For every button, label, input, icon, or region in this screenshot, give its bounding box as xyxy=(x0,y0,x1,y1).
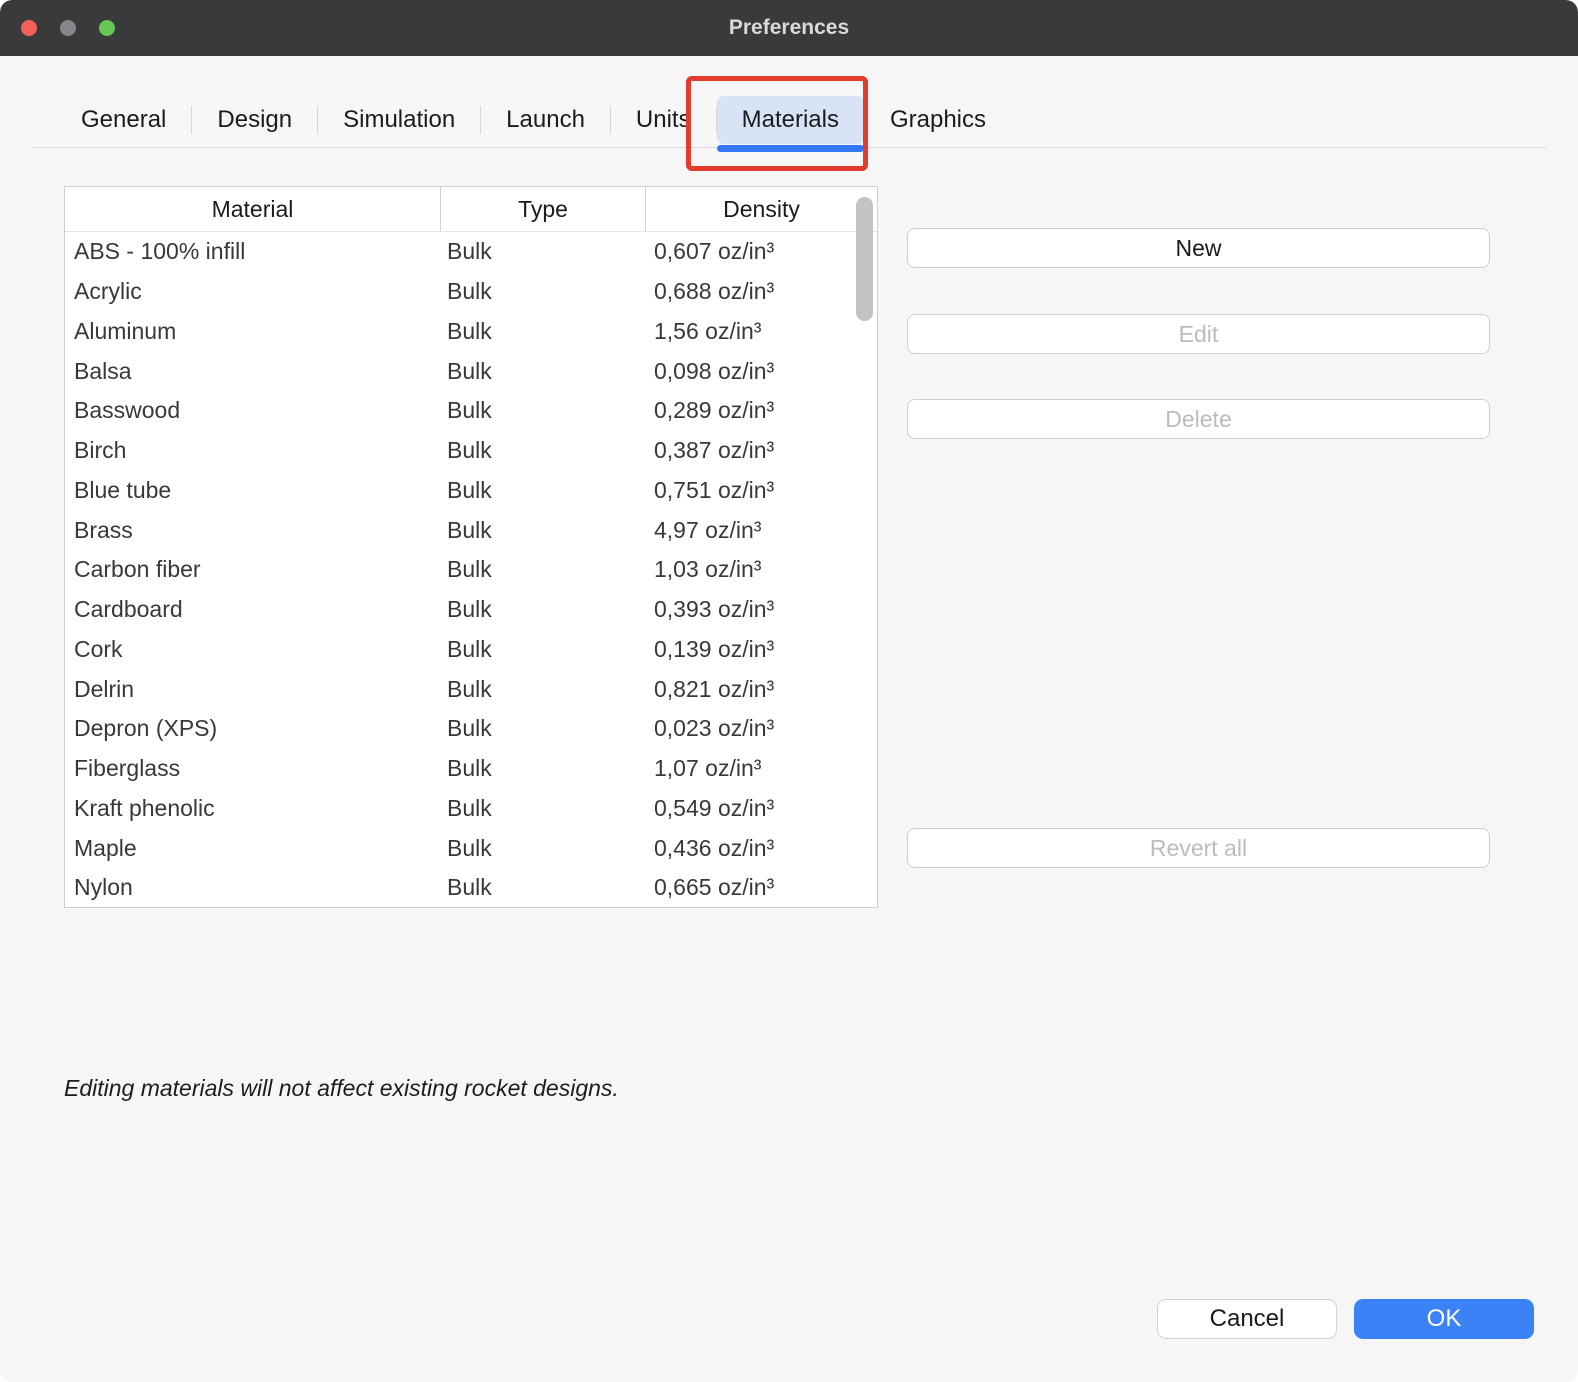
cell-material: Nylon xyxy=(65,874,440,901)
tab-graphics[interactable]: Graphics xyxy=(865,96,1011,144)
cell-type: Bulk xyxy=(440,318,645,345)
cell-material: Delrin xyxy=(65,676,440,703)
table-row[interactable]: Blue tubeBulk0,751 oz/in³ xyxy=(65,471,877,511)
cell-type: Bulk xyxy=(440,556,645,583)
cell-density: 0,549 oz/in³ xyxy=(645,795,877,822)
cell-type: Bulk xyxy=(440,437,645,464)
traffic-lights xyxy=(21,20,115,36)
cell-material: Basswood xyxy=(65,397,440,424)
materials-table: Material Type Density ABS - 100% infillB… xyxy=(64,186,878,908)
tab-general[interactable]: General xyxy=(56,96,191,144)
titlebar[interactable]: Preferences xyxy=(0,0,1578,56)
cell-density: 0,688 oz/in³ xyxy=(645,278,877,305)
table-row[interactable]: BalsaBulk0,098 oz/in³ xyxy=(65,351,877,391)
column-header-density[interactable]: Density xyxy=(645,187,877,231)
cell-density: 1,07 oz/in³ xyxy=(645,755,877,782)
tab-units[interactable]: Units xyxy=(611,96,716,144)
table-row[interactable]: Carbon fiberBulk1,03 oz/in³ xyxy=(65,550,877,590)
table-row[interactable]: BasswoodBulk0,289 oz/in³ xyxy=(65,391,877,431)
cell-type: Bulk xyxy=(440,835,645,862)
cell-material: Carbon fiber xyxy=(65,556,440,583)
table-row[interactable]: CorkBulk0,139 oz/in³ xyxy=(65,630,877,670)
cell-density: 0,098 oz/in³ xyxy=(645,358,877,385)
cell-material: Aluminum xyxy=(65,318,440,345)
table-row[interactable]: AluminumBulk1,56 oz/in³ xyxy=(65,312,877,352)
cell-density: 0,393 oz/in³ xyxy=(645,596,877,623)
tab-design[interactable]: Design xyxy=(192,96,317,144)
table-row[interactable]: CardboardBulk0,393 oz/in³ xyxy=(65,590,877,630)
cell-type: Bulk xyxy=(440,278,645,305)
cell-type: Bulk xyxy=(440,358,645,385)
cell-type: Bulk xyxy=(440,874,645,901)
cell-type: Bulk xyxy=(440,795,645,822)
table-row[interactable]: BrassBulk4,97 oz/in³ xyxy=(65,510,877,550)
tab-bar: GeneralDesignSimulationLaunchUnitsMateri… xyxy=(56,96,1011,144)
cell-density: 0,607 oz/in³ xyxy=(645,238,877,265)
cell-material: Brass xyxy=(65,517,440,544)
cell-density: 0,289 oz/in³ xyxy=(645,397,877,424)
zoom-window-button[interactable] xyxy=(99,20,115,36)
table-row[interactable]: NylonBulk0,665 oz/in³ xyxy=(65,868,877,908)
cell-density: 0,023 oz/in³ xyxy=(645,715,877,742)
cell-material: Birch xyxy=(65,437,440,464)
ok-button[interactable]: OK xyxy=(1354,1299,1534,1339)
cell-type: Bulk xyxy=(440,676,645,703)
tab-simulation[interactable]: Simulation xyxy=(318,96,480,144)
cell-material: Blue tube xyxy=(65,477,440,504)
cell-density: 1,03 oz/in³ xyxy=(645,556,877,583)
tab-materials[interactable]: Materials xyxy=(717,96,864,144)
tab-launch[interactable]: Launch xyxy=(481,96,610,144)
cell-type: Bulk xyxy=(440,477,645,504)
cell-material: Maple xyxy=(65,835,440,862)
edit-button[interactable]: Edit xyxy=(907,314,1490,354)
scrollbar-thumb[interactable] xyxy=(856,197,873,321)
cell-density: 0,139 oz/in³ xyxy=(645,636,877,663)
cell-type: Bulk xyxy=(440,715,645,742)
table-row[interactable]: Kraft phenolicBulk0,549 oz/in³ xyxy=(65,789,877,829)
cell-material: Kraft phenolic xyxy=(65,795,440,822)
table-row[interactable]: ABS - 100% infillBulk0,607 oz/in³ xyxy=(65,232,877,272)
cell-material: Depron (XPS) xyxy=(65,715,440,742)
revert-all-button[interactable]: Revert all xyxy=(907,828,1490,868)
cell-material: Acrylic xyxy=(65,278,440,305)
materials-note: Editing materials will not affect existi… xyxy=(64,1075,619,1102)
window-title: Preferences xyxy=(729,16,849,40)
table-row[interactable]: DelrinBulk0,821 oz/in³ xyxy=(65,669,877,709)
cell-density: 1,56 oz/in³ xyxy=(645,318,877,345)
column-header-type[interactable]: Type xyxy=(440,187,645,231)
cell-material: Cork xyxy=(65,636,440,663)
cell-density: 0,821 oz/in³ xyxy=(645,676,877,703)
table-row[interactable]: MapleBulk0,436 oz/in³ xyxy=(65,828,877,868)
delete-button[interactable]: Delete xyxy=(907,399,1490,439)
cell-type: Bulk xyxy=(440,397,645,424)
table-header-row: Material Type Density xyxy=(65,187,877,232)
close-window-button[interactable] xyxy=(21,20,37,36)
cell-type: Bulk xyxy=(440,596,645,623)
cell-density: 0,665 oz/in³ xyxy=(645,874,877,901)
table-row[interactable]: AcrylicBulk0,688 oz/in³ xyxy=(65,272,877,312)
table-row[interactable]: FiberglassBulk1,07 oz/in³ xyxy=(65,749,877,789)
cell-density: 0,436 oz/in³ xyxy=(645,835,877,862)
preferences-window: Preferences GeneralDesignSimulationLaunc… xyxy=(0,0,1578,1382)
cell-type: Bulk xyxy=(440,636,645,663)
cell-density: 0,387 oz/in³ xyxy=(645,437,877,464)
cell-type: Bulk xyxy=(440,517,645,544)
table-row[interactable]: Depron (XPS)Bulk0,023 oz/in³ xyxy=(65,709,877,749)
cell-type: Bulk xyxy=(440,755,645,782)
cell-material: Fiberglass xyxy=(65,755,440,782)
column-header-material[interactable]: Material xyxy=(65,187,440,231)
materials-table-body: ABS - 100% infillBulk0,607 oz/in³Acrylic… xyxy=(65,232,877,908)
cell-type: Bulk xyxy=(440,238,645,265)
cell-material: Cardboard xyxy=(65,596,440,623)
new-button[interactable]: New xyxy=(907,228,1490,268)
cancel-button[interactable]: Cancel xyxy=(1157,1299,1337,1339)
cell-density: 4,97 oz/in³ xyxy=(645,517,877,544)
minimize-window-button[interactable] xyxy=(60,20,76,36)
cell-material: ABS - 100% infill xyxy=(65,238,440,265)
cell-density: 0,751 oz/in³ xyxy=(645,477,877,504)
cell-material: Balsa xyxy=(65,358,440,385)
table-row[interactable]: BirchBulk0,387 oz/in³ xyxy=(65,431,877,471)
